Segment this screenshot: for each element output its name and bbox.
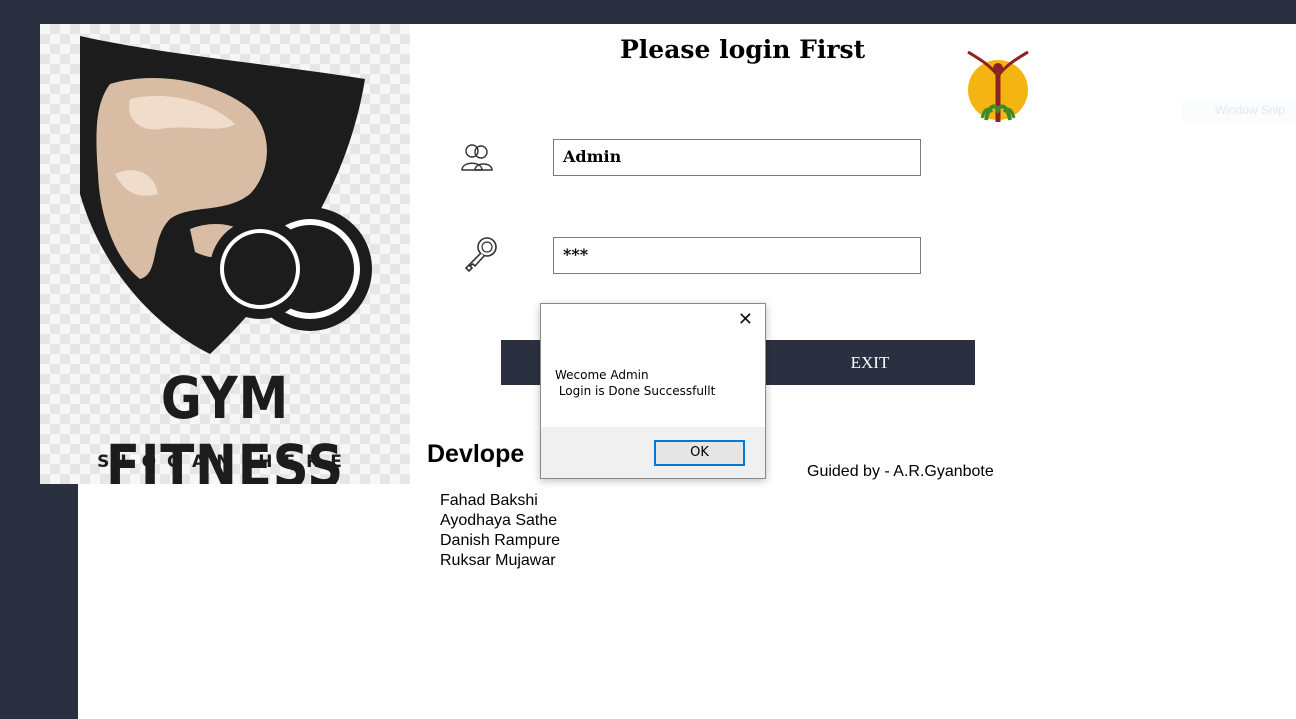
- key-icon: [464, 237, 497, 273]
- dialog-footer: OK: [541, 427, 765, 478]
- dialog-message: Wecome Admin Login is Done Successfullt: [555, 368, 716, 398]
- page-title: Please login First: [620, 35, 866, 64]
- guided-by-label: Guided by - A.R.Gyanbote: [807, 463, 994, 480]
- window-top-bar: [0, 0, 1296, 24]
- college-logo-icon: [958, 50, 1038, 130]
- faint-overlay-text: Window Snip: [1182, 98, 1296, 122]
- developer-name: Danish Rampure: [440, 532, 561, 549]
- muscle-dumbbell-icon: [80, 36, 372, 354]
- developer-name: Fahad Bakshi: [440, 492, 538, 509]
- exit-button[interactable]: EXIT: [765, 340, 975, 385]
- gym-logo-image: GYM FITNESS SLOGAN HERE: [40, 24, 410, 484]
- password-field[interactable]: ***: [553, 237, 921, 274]
- close-icon[interactable]: ✕: [738, 310, 753, 330]
- developers-heading: Devlope: [427, 440, 525, 468]
- gym-slogan: SLOGAN HERE: [97, 452, 353, 472]
- developers-list: Fahad Bakshi Ayodhaya Sathe Danish Rampu…: [440, 491, 560, 571]
- username-field[interactable]: Admin: [553, 139, 921, 176]
- users-icon: [461, 144, 493, 171]
- developer-name: Ruksar Mujawar: [440, 552, 556, 569]
- developer-name: Ayodhaya Sathe: [440, 512, 558, 529]
- ok-button[interactable]: OK: [654, 440, 745, 466]
- message-box-dialog: ✕ Wecome Admin Login is Done Successfull…: [540, 303, 766, 479]
